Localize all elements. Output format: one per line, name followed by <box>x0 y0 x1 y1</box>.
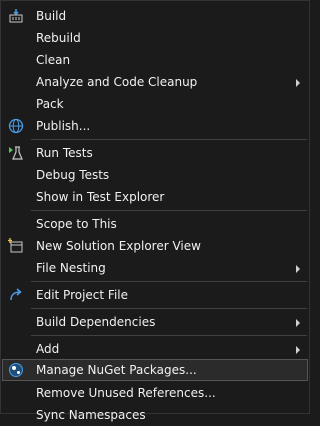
menu-item-sync-namespaces[interactable]: Sync Namespaces <box>2 404 308 426</box>
submenu-arrow-icon <box>296 265 300 273</box>
nuget-icon <box>8 362 24 378</box>
menu-item-label: Pack <box>36 97 64 111</box>
submenu-arrow-icon <box>296 79 300 87</box>
menu-item-label: Build Dependencies <box>36 315 156 329</box>
window-icon <box>8 238 24 254</box>
menu-item-new-solution-explorer-view[interactable]: New Solution Explorer View <box>2 235 308 257</box>
menu-separator <box>31 335 307 336</box>
menu-separator <box>31 308 307 309</box>
menu-item-show-test-explorer[interactable]: Show in Test Explorer <box>2 186 308 208</box>
menu-item-label: Rebuild <box>36 31 81 45</box>
menu-item-debug-tests[interactable]: Debug Tests <box>2 164 308 186</box>
context-menu: Build Rebuild Clean Analyze and Code Cle… <box>0 0 310 422</box>
menu-item-scope-to-this[interactable]: Scope to This <box>2 213 308 235</box>
menu-item-manage-nuget[interactable]: Manage NuGet Packages... <box>2 359 308 381</box>
menu-item-label: Publish... <box>36 119 91 133</box>
menu-separator <box>31 281 307 282</box>
menu-item-build-dependencies[interactable]: Build Dependencies <box>2 311 308 333</box>
menu-item-label: Manage NuGet Packages... <box>36 363 197 377</box>
menu-item-label: Edit Project File <box>36 288 129 302</box>
menu-item-add[interactable]: Add <box>2 338 308 360</box>
menu-item-label: Add <box>36 342 60 356</box>
menu-separator <box>31 139 307 140</box>
menu-item-label: Remove Unused References... <box>36 386 216 400</box>
menu-item-run-tests[interactable]: Run Tests <box>2 142 308 164</box>
menu-item-label: Analyze and Code Cleanup <box>36 75 198 89</box>
flask-icon <box>8 145 24 161</box>
redo-arrow-icon <box>8 287 24 303</box>
menu-item-label: Build <box>36 9 67 23</box>
menu-item-rebuild[interactable]: Rebuild <box>2 27 308 49</box>
menu-item-label: Scope to This <box>36 217 117 231</box>
menu-item-label: Debug Tests <box>36 168 110 182</box>
menu-item-file-nesting[interactable]: File Nesting <box>2 257 308 279</box>
menu-item-analyze[interactable]: Analyze and Code Cleanup <box>2 71 308 93</box>
menu-item-label: Show in Test Explorer <box>36 190 165 204</box>
menu-item-label: New Solution Explorer View <box>36 239 201 253</box>
menu-item-pack[interactable]: Pack <box>2 93 308 115</box>
menu-item-label: Run Tests <box>36 146 93 160</box>
menu-item-label: Sync Namespaces <box>36 408 146 422</box>
menu-item-remove-unused-references[interactable]: Remove Unused References... <box>2 382 308 404</box>
submenu-arrow-icon <box>296 346 300 354</box>
menu-item-label: Clean <box>36 53 71 67</box>
build-icon <box>8 8 24 24</box>
menu-separator <box>31 210 307 211</box>
menu-item-label: File Nesting <box>36 261 106 275</box>
menu-item-edit-project-file[interactable]: Edit Project File <box>2 284 308 306</box>
menu-item-build[interactable]: Build <box>2 5 308 27</box>
menu-item-publish[interactable]: Publish... <box>2 115 308 137</box>
submenu-arrow-icon <box>296 319 300 327</box>
menu-item-clean[interactable]: Clean <box>2 49 308 71</box>
globe-icon <box>8 118 24 134</box>
